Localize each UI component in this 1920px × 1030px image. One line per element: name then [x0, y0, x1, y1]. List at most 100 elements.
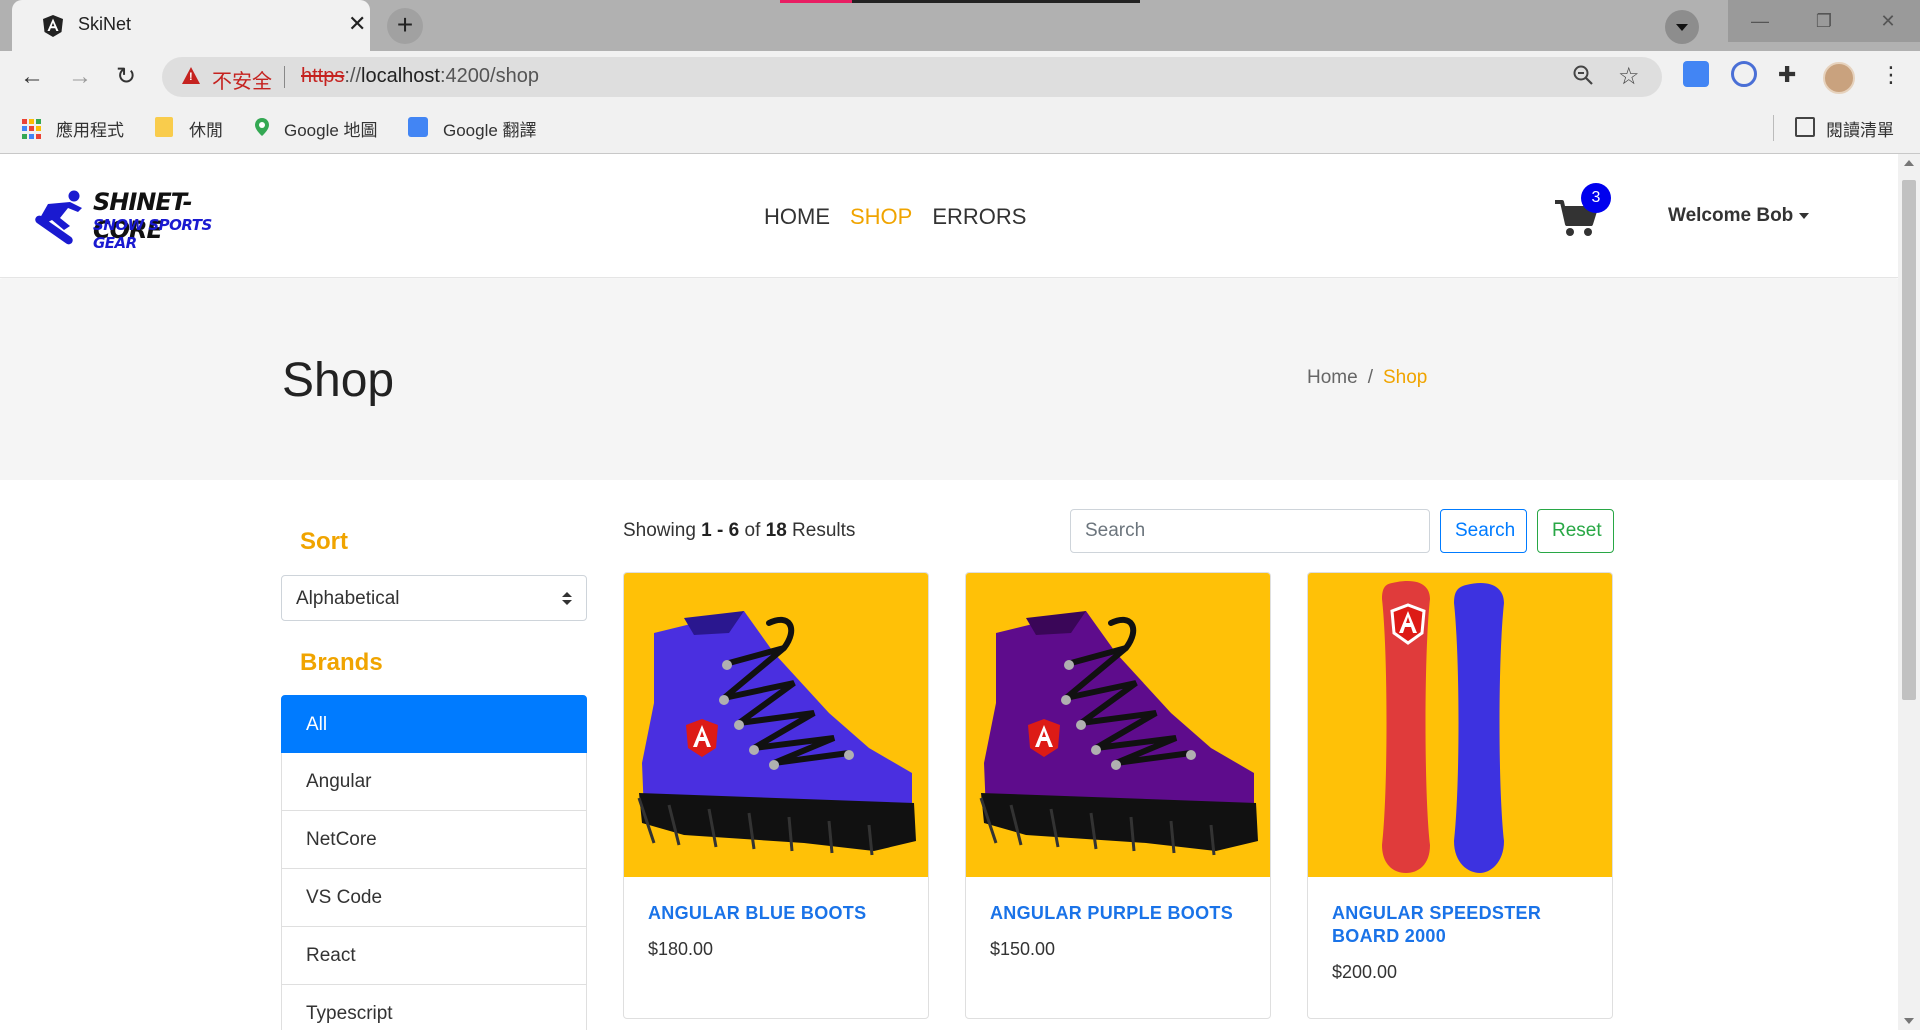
browser-chrome: SkiNet ✕ + — ❐ ✕ ← → ↻ ! 不安全 https://loc… [0, 0, 1920, 154]
product-title[interactable]: Angular Blue Boots [648, 902, 908, 925]
back-icon[interactable]: ← [20, 63, 44, 91]
product-card[interactable]: Angular Speedster Board 2000 $200.00 [1307, 572, 1613, 1019]
bookmark-google-maps[interactable]: Google 地圖 [284, 116, 378, 141]
tab-title: SkiNet [78, 14, 132, 34]
product-image[interactable] [1308, 573, 1612, 877]
tab-search-button[interactable] [1665, 10, 1699, 44]
maps-pin-icon [255, 118, 269, 136]
forward-icon[interactable]: → [68, 63, 92, 91]
results-prefix: Showing [623, 520, 702, 541]
folder-icon [155, 117, 173, 137]
results-suffix: Results [786, 520, 856, 541]
browser-toolbar: ← → ↻ ! 不安全 https://localhost:4200/shop … [0, 51, 1920, 103]
product-card[interactable]: Angular Purple Boots $150.00 [965, 572, 1271, 1019]
menu-icon[interactable]: ⋮ [1880, 61, 1902, 89]
bookmark-apps[interactable]: 應用程式 [56, 116, 124, 141]
divider [284, 66, 285, 88]
sort-select[interactable]: Alphabetical [281, 575, 587, 621]
user-menu-toggle[interactable]: Welcome Bob [1668, 205, 1810, 227]
breadcrumb: Home / Shop [1307, 367, 1427, 389]
product-image[interactable] [624, 573, 928, 877]
close-icon[interactable]: ✕ [348, 11, 366, 37]
product-title[interactable]: Angular Purple Boots [990, 902, 1250, 925]
reading-list-icon [1795, 117, 1815, 137]
google-translate-icon[interactable] [1683, 61, 1709, 87]
brand-item-angular[interactable]: Angular [281, 753, 587, 811]
breadcrumb-separator: / [1367, 367, 1373, 388]
reload-icon[interactable]: ↻ [116, 63, 136, 91]
extensions-puzzle-icon[interactable]: ✚ [1778, 61, 1796, 89]
search-button[interactable]: Search [1440, 509, 1527, 553]
close-window-button[interactable]: ✕ [1856, 0, 1920, 42]
welcome-label: Welcome Bob [1668, 205, 1794, 226]
reading-list-button[interactable]: 閱讀清單 [1826, 116, 1894, 141]
reset-button[interactable]: Reset [1537, 509, 1614, 553]
insecure-label: 不安全 [212, 71, 272, 93]
product-image[interactable] [966, 573, 1270, 877]
extension-icon[interactable] [1731, 61, 1757, 87]
brand-list: All Angular NetCore VS Code React Typesc… [281, 695, 587, 1030]
product-price: $200.00 [1332, 962, 1398, 982]
scroll-up-icon[interactable] [1904, 160, 1914, 166]
results-to: 6 [728, 520, 740, 541]
brand-item-all[interactable]: All [281, 695, 587, 753]
brand-item-netcore[interactable]: NetCore [281, 811, 587, 869]
url-scheme: https [301, 65, 345, 87]
results-from: 1 [701, 520, 712, 541]
url-text[interactable]: https://localhost:4200/shop [301, 65, 539, 88]
main-nav: HOME SHOP ERRORS [764, 204, 1026, 230]
caret-down-icon [1799, 212, 1810, 219]
breadcrumb-home[interactable]: Home [1307, 367, 1358, 388]
brand-item-typescript[interactable]: Typescript [281, 985, 587, 1030]
brands-heading: Brands [300, 649, 383, 676]
profile-avatar[interactable] [1823, 62, 1855, 94]
sort-heading: Sort [300, 528, 348, 555]
logo-subtitle: SNOW SPORTS GEAR [93, 216, 212, 252]
scroll-down-icon[interactable] [1904, 1018, 1914, 1024]
brand-item-react[interactable]: React [281, 927, 587, 985]
new-tab-button[interactable]: + [387, 8, 423, 44]
bookmarks-bar: 應用程式 休閒 Google 地圖 Google 翻譯 閱讀清單 [0, 103, 1920, 154]
address-bar[interactable]: ! 不安全 https://localhost:4200/shop ☆ [162, 57, 1662, 97]
product-card[interactable]: Angular Blue Boots $180.00 [623, 572, 929, 1019]
scrollbar-thumb[interactable] [1902, 180, 1916, 700]
results-summary: Showing 1 - 6 of 18 Results [623, 520, 855, 542]
url-separator: :// [344, 65, 362, 87]
product-title[interactable]: Angular Speedster Board 2000 [1332, 902, 1592, 948]
bookmark-leisure[interactable]: 休閒 [189, 116, 223, 141]
tab-bar: SkiNet ✕ + — ❐ ✕ [0, 0, 1920, 51]
search-input[interactable] [1070, 509, 1430, 553]
results-total: 18 [765, 520, 787, 541]
page-scrollbar[interactable] [1898, 154, 1920, 1030]
results-of: of [739, 520, 766, 541]
nav-shop[interactable]: SHOP [850, 204, 912, 230]
cart-count-badge: 3 [1581, 183, 1611, 213]
snowboards-icon [1382, 580, 1504, 873]
loading-bar [780, 0, 1140, 3]
nav-home[interactable]: HOME [764, 204, 830, 230]
page-header: Shop Home / Shop [0, 279, 1898, 480]
purple-boot-icon [979, 611, 1258, 856]
nav-errors[interactable]: ERRORS [932, 204, 1026, 230]
breadcrumb-current: Shop [1382, 367, 1428, 388]
web-page: SHINET-CORE SNOW SPORTS GEAR HOME SHOP E… [0, 154, 1898, 1030]
minimize-button[interactable]: — [1728, 0, 1792, 42]
browser-tab[interactable]: SkiNet ✕ [12, 0, 370, 51]
site-logo[interactable]: SHINET-CORE SNOW SPORTS GEAR [30, 184, 240, 252]
site-navbar: SHINET-CORE SNOW SPORTS GEAR HOME SHOP E… [0, 154, 1898, 278]
product-price: $150.00 [990, 939, 1056, 959]
snowboarder-logo-icon [35, 190, 82, 245]
zoom-icon[interactable] [1572, 64, 1594, 92]
product-price: $180.00 [648, 939, 714, 959]
bookmark-star-icon[interactable]: ☆ [1618, 62, 1640, 91]
sort-selected-value: Alphabetical [296, 588, 400, 609]
restore-button[interactable]: ❐ [1792, 0, 1856, 42]
bookmark-google-translate[interactable]: Google 翻譯 [443, 116, 537, 141]
results-dash: - [711, 520, 729, 541]
brand-item-vscode[interactable]: VS Code [281, 869, 587, 927]
url-host: localhost [361, 65, 440, 87]
select-arrows-icon [562, 592, 572, 606]
angular-icon [43, 15, 63, 37]
url-path: :4200/shop [439, 65, 539, 87]
translate-icon [408, 117, 428, 137]
